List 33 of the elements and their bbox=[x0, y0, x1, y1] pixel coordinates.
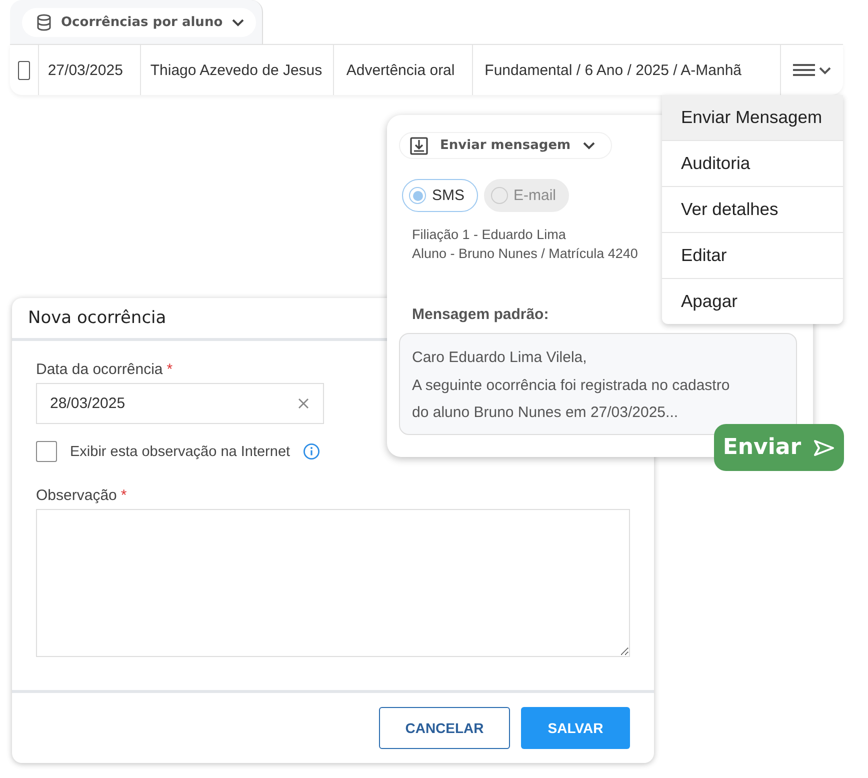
menu-item[interactable]: Apagar bbox=[662, 279, 843, 324]
send-message-dropdown[interactable]: Enviar mensagem bbox=[399, 132, 612, 159]
row-checkbox[interactable] bbox=[18, 60, 30, 80]
menu-item[interactable]: Enviar Mensagem bbox=[662, 95, 843, 141]
field-label: Data da ocorrência bbox=[36, 361, 163, 378]
download-icon bbox=[410, 136, 428, 154]
clear-icon[interactable] bbox=[298, 398, 309, 409]
chevron-down-icon bbox=[582, 142, 595, 150]
recipient-text: Filiação 1 - Eduardo Lima bbox=[412, 227, 567, 242]
table-cell: 27/03/2025 bbox=[48, 62, 123, 78]
table-cell: Fundamental / 6 Ano / 2025 / A-Manhã bbox=[484, 62, 742, 78]
cancel-button[interactable]: CANCELAR bbox=[379, 707, 510, 749]
send-icon bbox=[813, 438, 836, 456]
checkbox[interactable] bbox=[36, 441, 57, 462]
date-field[interactable]: 28/03/2025 bbox=[36, 383, 324, 424]
message-text: Caro Eduardo Lima Vilela, A seguinte ocorrência foi registrada no cadastro do aluno Bruno Nunes em 27/03/2025... bbox=[399, 333, 797, 435]
menu-item[interactable]: Ver detalhes bbox=[662, 187, 843, 233]
database-icon bbox=[36, 14, 52, 31]
channel-radio[interactable]: SMS bbox=[402, 179, 478, 212]
field-label: Observação bbox=[36, 487, 117, 504]
info-icon[interactable] bbox=[303, 443, 320, 460]
checkbox-label: Exibir esta observação na Internet bbox=[70, 444, 290, 460]
table-cell: Advertência oral bbox=[346, 62, 455, 78]
table-cell: Thiago Azevedo de Jesus bbox=[150, 62, 322, 78]
message-label: Mensagem padrão: bbox=[412, 306, 549, 323]
report-dropdown[interactable]: Ocorrências por aluno bbox=[22, 8, 256, 37]
chevron-down-icon bbox=[232, 18, 244, 26]
dialog-title: Nova ocorrência bbox=[28, 308, 166, 328]
recipient-text: Aluno - Bruno Nunes / Matrícula 4240 bbox=[412, 246, 638, 261]
required-mark: * bbox=[166, 361, 173, 378]
menu-item[interactable]: Auditoria bbox=[662, 141, 843, 187]
menu-item[interactable]: Editar bbox=[662, 233, 843, 279]
required-mark: * bbox=[120, 487, 127, 504]
